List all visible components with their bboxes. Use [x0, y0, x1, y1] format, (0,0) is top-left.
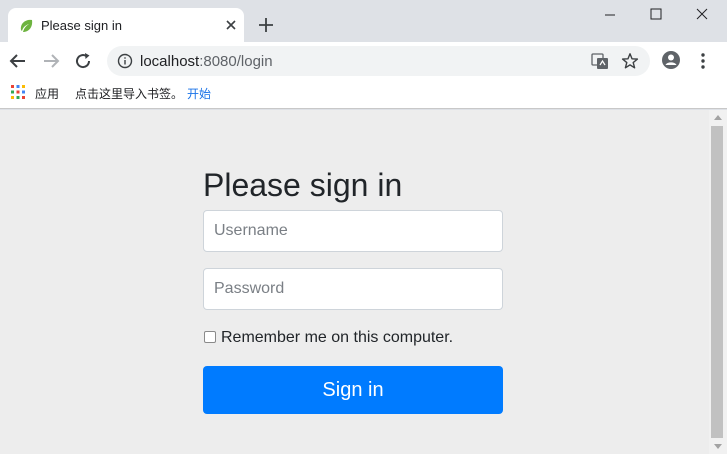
- url-text[interactable]: localhost:8080/login: [140, 53, 273, 70]
- account-icon[interactable]: [661, 50, 681, 70]
- url-host: localhost: [140, 53, 200, 70]
- close-window-icon[interactable]: [680, 4, 724, 26]
- start-import-link[interactable]: 开始: [187, 85, 211, 102]
- maximize-icon[interactable]: [634, 4, 678, 26]
- translate-icon[interactable]: [591, 52, 609, 70]
- username-field[interactable]: [203, 210, 503, 252]
- browser-tab[interactable]: Please sign in: [8, 8, 244, 42]
- kebab-menu-icon[interactable]: [696, 50, 710, 72]
- import-bookmarks-hint: 点击这里导入书签。: [75, 87, 184, 101]
- remember-me-checkbox[interactable]: [204, 331, 216, 343]
- apps-grid-icon[interactable]: [11, 85, 25, 99]
- reload-icon[interactable]: [73, 51, 93, 71]
- scroll-down-arrow-icon[interactable]: [714, 444, 722, 449]
- forward-arrow-icon[interactable]: [41, 51, 61, 71]
- password-field[interactable]: [203, 268, 503, 310]
- tab-strip: Please sign in: [0, 0, 727, 42]
- bookmarks-bar: 应用 点击这里导入书签。 开始: [0, 80, 727, 109]
- sign-in-button[interactable]: Sign in: [203, 366, 503, 414]
- spring-leaf-icon: [20, 19, 33, 32]
- address-bar[interactable]: localhost:8080/login: [107, 46, 650, 76]
- url-path: :8080/login: [199, 53, 273, 70]
- back-arrow-icon[interactable]: [8, 51, 28, 71]
- minimize-icon[interactable]: [588, 4, 632, 26]
- tab-title: Please sign in: [41, 18, 122, 33]
- remember-me-label[interactable]: Remember me on this computer.: [221, 329, 453, 347]
- vertical-scrollbar[interactable]: [709, 110, 727, 454]
- scroll-up-arrow-icon[interactable]: [714, 115, 722, 120]
- site-info-icon[interactable]: [117, 53, 133, 69]
- bookmark-star-icon[interactable]: [621, 52, 639, 70]
- close-tab-icon[interactable]: [223, 17, 239, 33]
- new-tab-icon[interactable]: [257, 16, 275, 34]
- browser-toolbar: localhost:8080/login: [0, 42, 727, 80]
- apps-label[interactable]: 应用: [35, 85, 59, 102]
- page-content: Please sign in Remember me on this compu…: [0, 110, 709, 454]
- page-title: Please sign in: [203, 167, 403, 203]
- scrollbar-thumb[interactable]: [711, 126, 723, 438]
